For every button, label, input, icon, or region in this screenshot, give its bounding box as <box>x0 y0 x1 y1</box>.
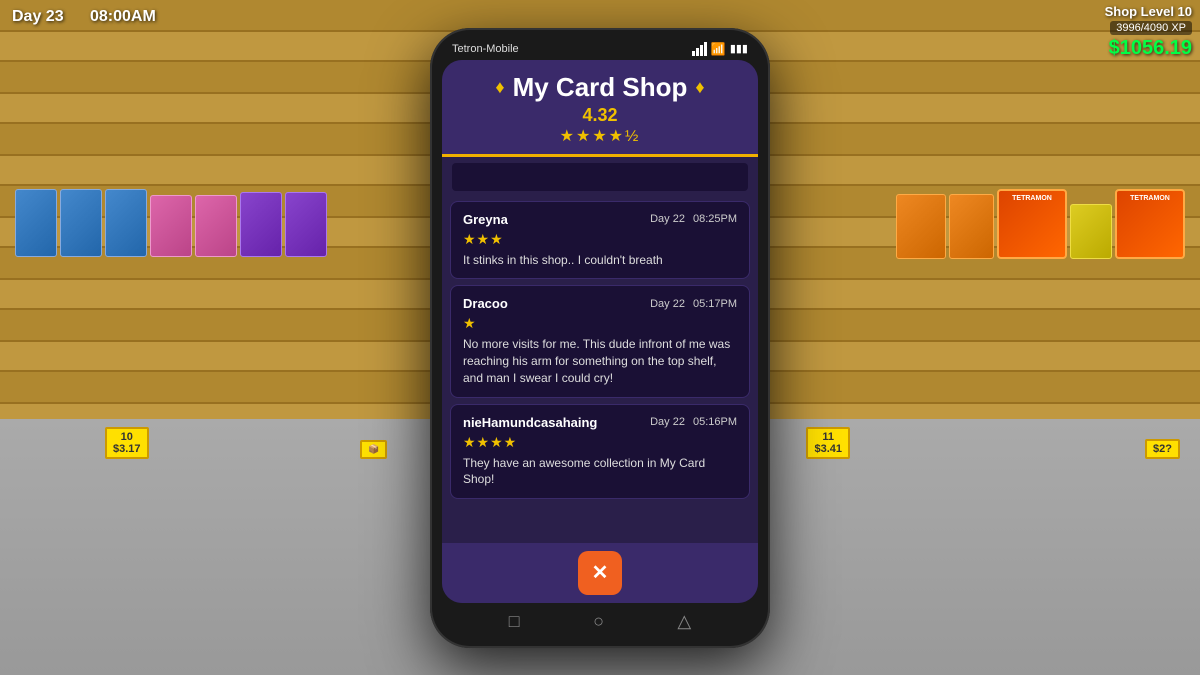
review-meta-1: Day 22 08:25PM <box>650 213 737 225</box>
hud-time: 08:00AM <box>90 8 156 26</box>
diamond-right-icon: ♦ <box>695 77 704 98</box>
product-pink-2 <box>195 195 237 257</box>
product-blue-2 <box>60 189 102 257</box>
price-tag-right-2: $2? <box>1145 439 1180 459</box>
battery-icon: ▮▮▮ <box>730 42 748 55</box>
review-card-1: Greyna Day 22 08:25PM ★★★ It stinks in t… <box>450 201 750 280</box>
review-meta-2: Day 22 05:17PM <box>650 298 737 310</box>
review-time-2: 05:17PM <box>693 298 737 310</box>
signal-icon <box>692 42 707 56</box>
review-text-2: No more visits for me. This dude infront… <box>463 336 737 386</box>
hud-money: $1056.19 <box>1109 37 1192 60</box>
product-pink-1 <box>150 195 192 257</box>
review-stars-3: ★★★★ <box>463 434 737 451</box>
price-tag-left-2: 📦 <box>360 440 387 459</box>
phone-wrapper: Tetron-Mobile 📶 ▮▮▮ <box>430 28 770 648</box>
reviews-container: Greyna Day 22 08:25PM ★★★ It stinks in t… <box>442 197 758 543</box>
review-stars-1: ★★★ <box>463 231 737 248</box>
app-rating: 4.32 <box>458 105 742 126</box>
nav-square-icon[interactable]: □ <box>509 611 520 632</box>
review-card-3: nieHamundcasahaing Day 22 05:16PM ★★★★ T… <box>450 404 750 500</box>
hud-day: Day 23 <box>12 8 64 26</box>
price-tag-right-1: 11 $3.41 <box>806 427 850 459</box>
right-shelf-products: TETRAMON TETRAMON <box>804 189 1200 259</box>
app-stars: ★★★★½ <box>458 126 742 146</box>
review-time-3: 05:16PM <box>693 416 737 428</box>
review-header-3: nieHamundcasahaing Day 22 05:16PM <box>463 415 737 430</box>
nav-circle-icon[interactable]: ○ <box>593 611 604 632</box>
tetamon-box-1: TETRAMON <box>997 189 1067 259</box>
search-bar[interactable] <box>452 163 748 191</box>
review-username-3: nieHamundcasahaing <box>463 415 597 430</box>
app-bottom-bar: ✕ <box>442 543 758 603</box>
background: Day 23 08:00AM Shop Level 10 3996/4090 X… <box>0 0 1200 675</box>
product-orange-1 <box>896 194 946 259</box>
close-button[interactable]: ✕ <box>578 551 622 595</box>
nav-triangle-icon[interactable]: △ <box>677 611 691 632</box>
review-header-2: Dracoo Day 22 05:17PM <box>463 296 737 311</box>
wifi-icon: 📶 <box>711 42 726 56</box>
review-text-3: They have an awesome collection in My Ca… <box>463 455 737 489</box>
app-title: ♦ My Card Shop ♦ <box>458 72 742 103</box>
hud-xp: 3996/4090 XP <box>1110 21 1192 35</box>
phone: Tetron-Mobile 📶 ▮▮▮ <box>430 28 770 648</box>
phone-carrier: Tetron-Mobile <box>452 43 519 55</box>
phone-status-bar: Tetron-Mobile 📶 ▮▮▮ <box>442 40 758 60</box>
product-yellow-1 <box>1070 204 1112 259</box>
review-day-2: Day 22 <box>650 298 685 310</box>
phone-nav-bar: □ ○ △ <box>442 603 758 636</box>
price-tag-left-1: 10 $3.17 <box>105 427 149 459</box>
product-orange-2 <box>949 194 994 259</box>
review-day-3: Day 22 <box>650 416 685 428</box>
review-day-1: Day 22 <box>650 213 685 225</box>
review-username-2: Dracoo <box>463 296 508 311</box>
tetamon-box-2: TETRAMON <box>1115 189 1185 259</box>
product-purple-2 <box>285 192 327 257</box>
product-blue-1 <box>15 189 57 257</box>
review-meta-3: Day 22 05:16PM <box>650 416 737 428</box>
phone-screen: ♦ My Card Shop ♦ 4.32 ★★★★½ Greyna <box>442 60 758 603</box>
diamond-left-icon: ♦ <box>495 77 504 98</box>
phone-icons: 📶 ▮▮▮ <box>692 42 748 56</box>
review-username-1: Greyna <box>463 212 508 227</box>
hud-top-right: Shop Level 10 3996/4090 XP $1056.19 <box>1097 0 1200 64</box>
left-shelf-products <box>0 189 396 257</box>
product-purple-1 <box>240 192 282 257</box>
review-card-2: Dracoo Day 22 05:17PM ★ No more visits f… <box>450 285 750 397</box>
product-blue-3 <box>105 189 147 257</box>
review-time-1: 08:25PM <box>693 213 737 225</box>
app-title-text: My Card Shop <box>513 72 688 103</box>
review-stars-2: ★ <box>463 315 737 332</box>
review-header-1: Greyna Day 22 08:25PM <box>463 212 737 227</box>
hud-shop-level: Shop Level 10 <box>1105 4 1192 19</box>
app-header: ♦ My Card Shop ♦ 4.32 ★★★★½ <box>442 60 758 157</box>
review-text-1: It stinks in this shop.. I couldn't brea… <box>463 252 737 269</box>
